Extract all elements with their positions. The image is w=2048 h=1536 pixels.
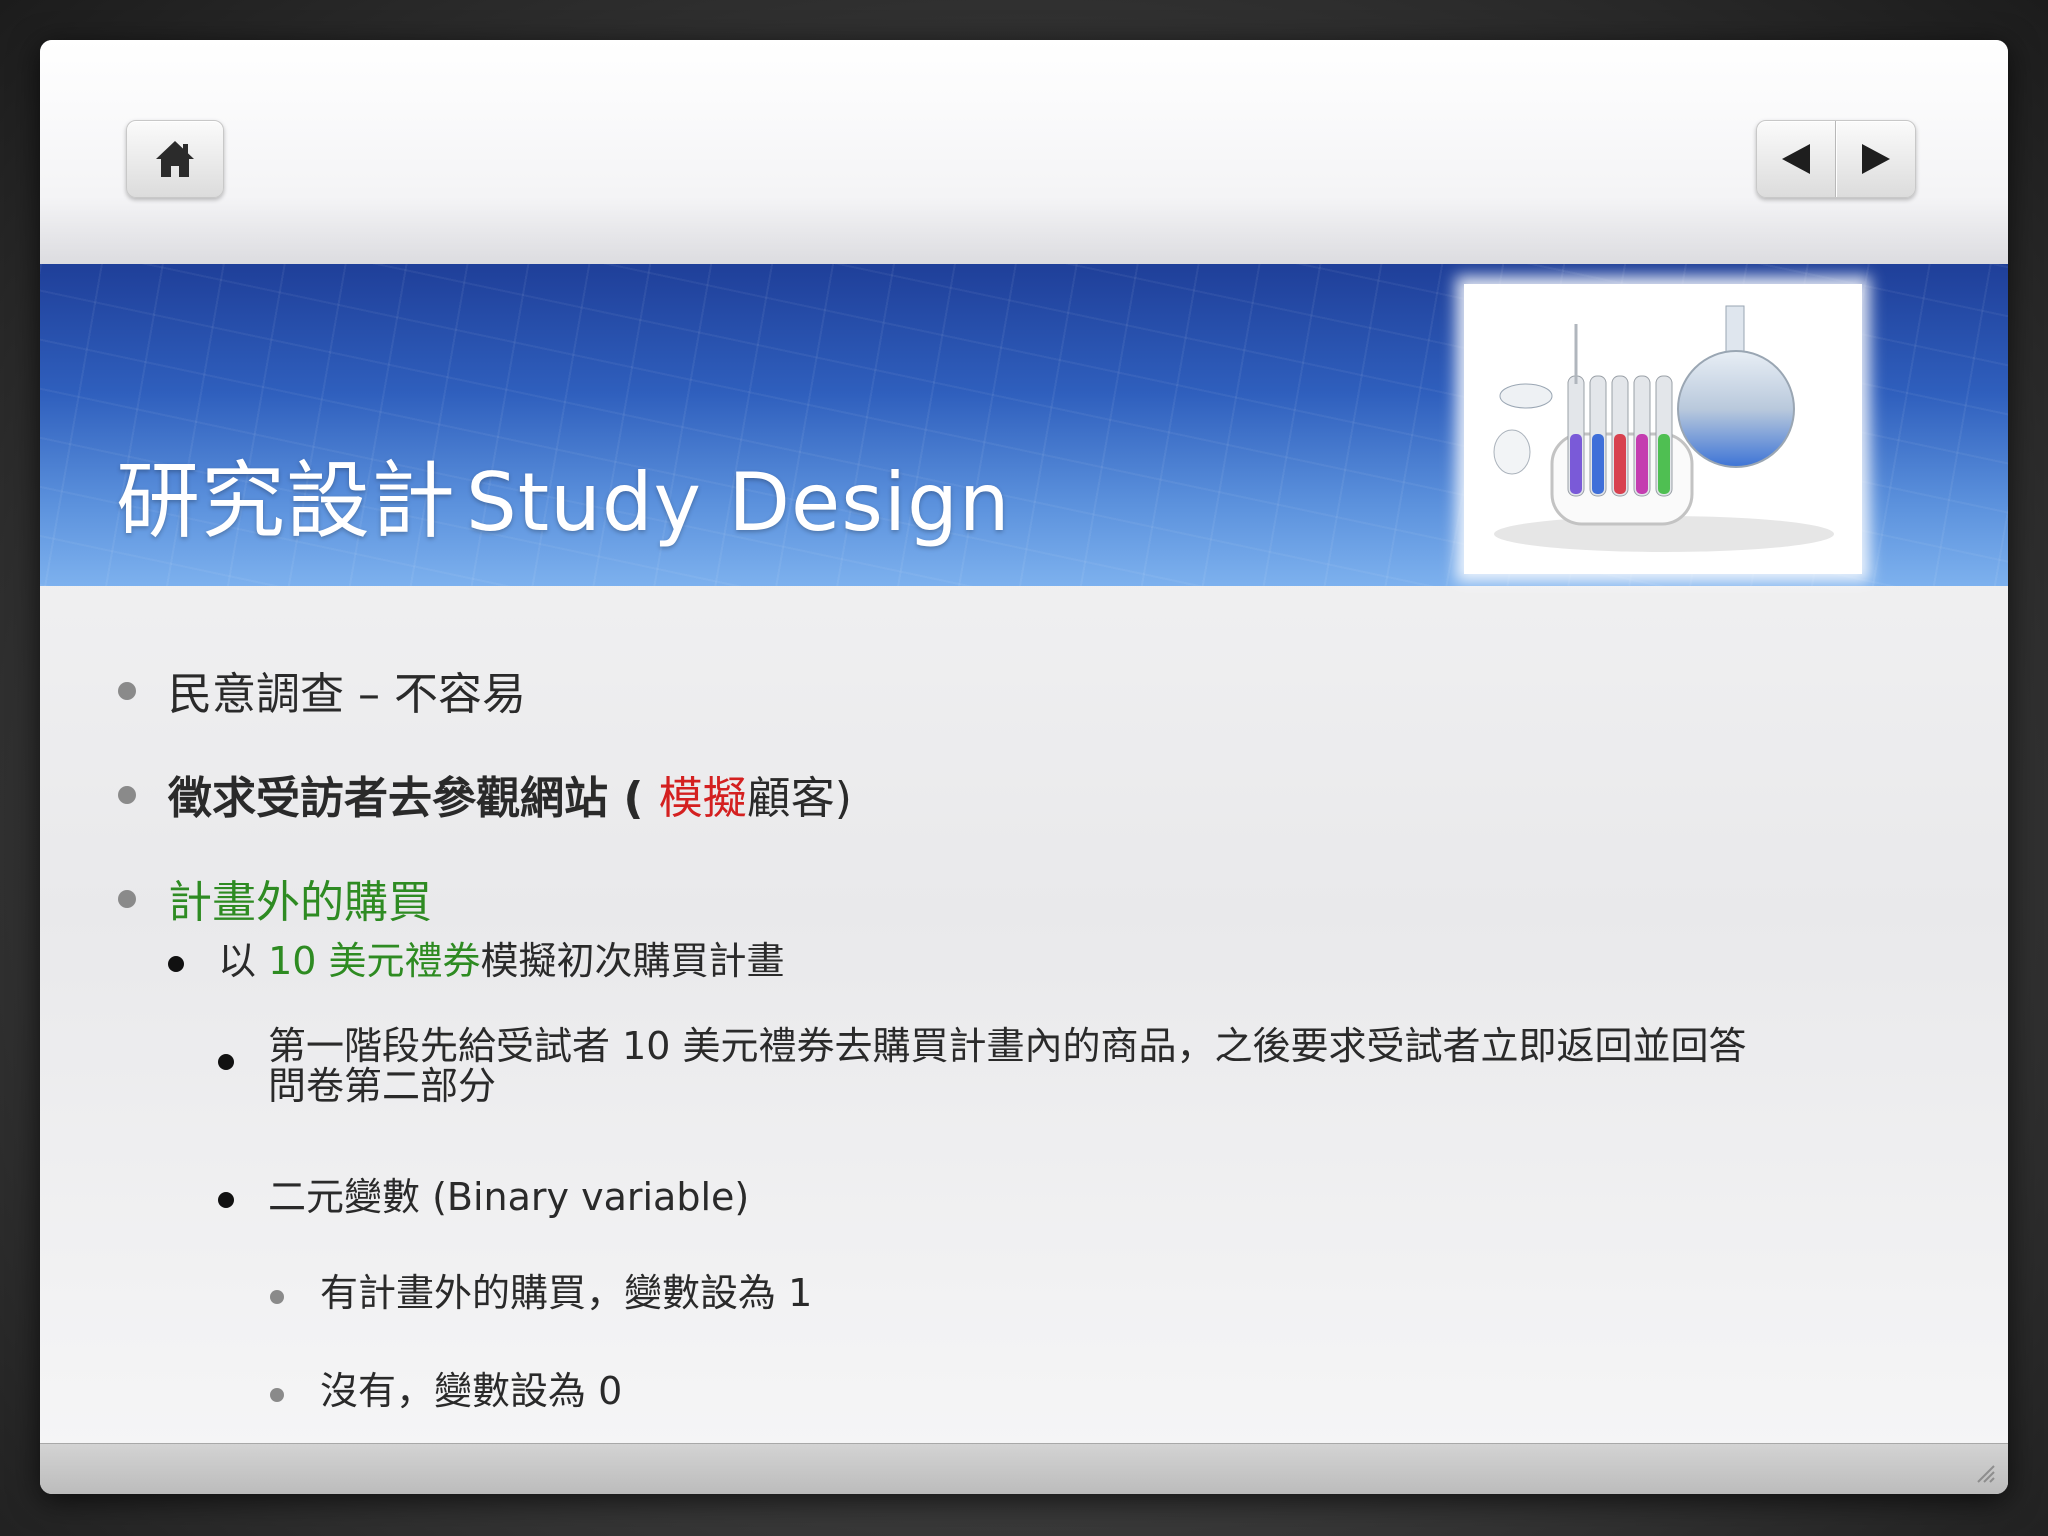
sub-bullet-pre: 以 bbox=[218, 939, 269, 983]
bullet-dot bbox=[118, 890, 136, 908]
status-bar bbox=[40, 1443, 2008, 1494]
bullet-dot bbox=[168, 956, 184, 972]
slide-window: 研究設計 Study Design 民意調查 – 不容易 徵求受訪者去參觀網站 … bbox=[40, 40, 2008, 1494]
navigation-buttons bbox=[1756, 120, 1916, 198]
home-button[interactable] bbox=[126, 120, 224, 198]
toolbar bbox=[40, 40, 2008, 264]
home-icon bbox=[156, 141, 194, 177]
triangle-right-icon bbox=[1862, 144, 1890, 174]
resize-grip-icon[interactable] bbox=[1974, 1462, 1996, 1484]
bullet-recruit-text: 徵求受訪者去參觀網站 ( bbox=[168, 773, 659, 824]
bullet-dot bbox=[218, 1054, 234, 1070]
triangle-left-icon bbox=[1782, 144, 1810, 174]
slide-title-en: Study Design bbox=[466, 456, 1011, 549]
sub-bullet-gift-card: 以 10 美元禮券模擬初次購買計畫 bbox=[218, 930, 785, 985]
sub-sub-bullet-stage-one: 第一階段先給受試者 10 美元禮券去購買計畫內的商品，之後要求受試者立即返回並回… bbox=[268, 1026, 1747, 1106]
bullet-recruit-highlight: 模擬 bbox=[658, 773, 747, 824]
bullet-dot bbox=[270, 1290, 284, 1304]
bullet-recruit: 徵求受訪者去參觀網站 ( 模擬顧客) bbox=[168, 762, 852, 826]
bullet-survey: 民意調查 – 不容易 bbox=[168, 669, 526, 720]
bullet-recruit-tail: 顧客) bbox=[746, 773, 852, 824]
stage-one-line-1: 第一階段先給受試者 10 美元禮券去購買計畫內的商品，之後要求受試者立即返回並回… bbox=[268, 1024, 1747, 1068]
sub-sub-bullet-binary: 二元變數 (Binary variable) bbox=[268, 1175, 750, 1219]
lab-glassware-image bbox=[1464, 284, 1862, 574]
bullet-unplanned-purchase: 計畫外的購買 bbox=[168, 877, 432, 928]
sub-bullet-highlight: 10 美元禮券 bbox=[268, 939, 481, 983]
fourth-bullet-has-unplanned: 有計畫外的購買，變數設為 1 bbox=[320, 1271, 813, 1315]
previous-slide-button[interactable] bbox=[1757, 121, 1836, 197]
slide-title: 研究設計 Study Design bbox=[116, 434, 1011, 555]
bullet-dot bbox=[270, 1388, 284, 1402]
bullet-dot bbox=[218, 1192, 234, 1208]
bullet-dot bbox=[118, 682, 136, 700]
fourth-bullet-none: 沒有，變數設為 0 bbox=[320, 1369, 623, 1413]
next-slide-button[interactable] bbox=[1836, 121, 1915, 197]
sub-bullet-post: 模擬初次購買計畫 bbox=[480, 939, 785, 983]
stage-one-line-2: 問卷第二部分 bbox=[268, 1064, 497, 1108]
bullet-dot bbox=[118, 786, 136, 804]
slide-title-zh: 研究設計 bbox=[116, 452, 457, 550]
